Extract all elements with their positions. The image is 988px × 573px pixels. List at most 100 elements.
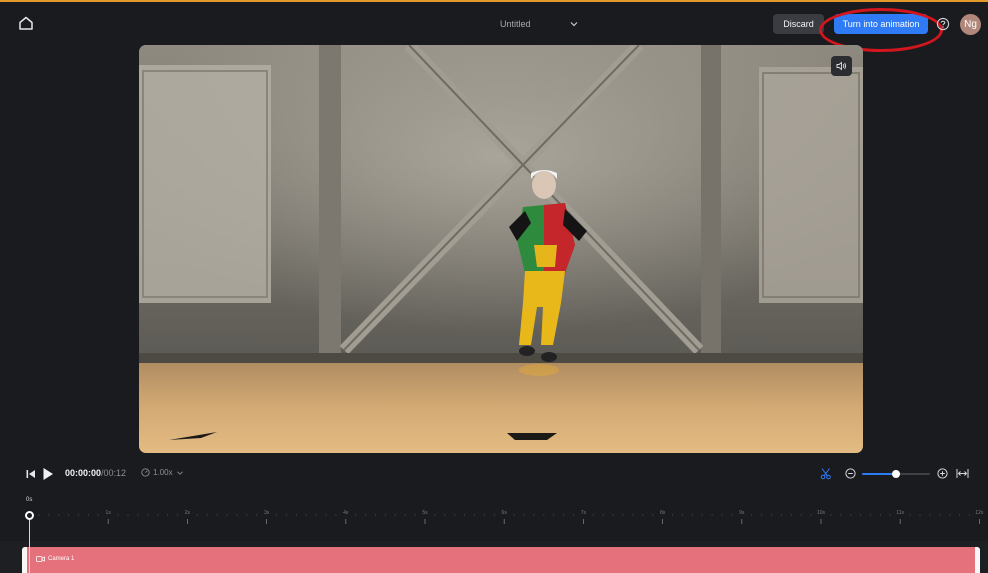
user-avatar[interactable]: Ng — [960, 14, 981, 35]
ruler-minor-dot — [800, 514, 802, 516]
ruler-minor-dot — [355, 514, 357, 516]
ruler-second-label: 7s — [580, 510, 587, 516]
ruler-minor-dot — [117, 514, 119, 516]
ruler-minor-dot — [523, 514, 525, 516]
ruler-second-label: 2s — [184, 510, 191, 516]
ruler-minor-dot — [780, 514, 783, 516]
ruler-minor-dot — [850, 514, 852, 516]
ruler-minor-dot — [483, 514, 485, 516]
ruler-second-label: 3s — [263, 510, 270, 516]
fit-timeline-icon[interactable] — [956, 468, 969, 479]
ruler-minor-dot — [275, 514, 278, 516]
ruler-minor-dot — [711, 514, 713, 516]
ruler-minor-dot — [949, 514, 951, 516]
ruler-minor-dot — [632, 514, 634, 516]
ruler-minor-dot — [256, 514, 258, 516]
ruler-minor-dot — [602, 514, 604, 516]
help-circle-icon[interactable] — [936, 17, 950, 31]
ruler-minor-dot — [246, 514, 248, 516]
ruler-second-label: 11s — [896, 510, 905, 516]
ruler-minor-dot — [473, 514, 476, 516]
ruler-minor-dot — [48, 514, 50, 516]
ruler-minor-dot — [196, 514, 198, 516]
scissors-icon[interactable] — [820, 467, 832, 480]
ruler-minor-dot — [464, 514, 466, 516]
ruler-minor-dot — [790, 514, 792, 516]
ruler-minor-dot — [414, 514, 416, 516]
ruler-minor-dot — [444, 514, 446, 516]
ruler-minor-dot — [127, 514, 129, 516]
ruler-minor-dot — [533, 514, 535, 516]
ruler-minor-dot — [434, 514, 436, 516]
current-time: 00:00:00 — [65, 468, 102, 478]
ruler-minor-dot — [919, 514, 921, 516]
ruler-second-label: 1s — [105, 510, 111, 516]
ruler-minor-dot — [58, 514, 60, 516]
ruler-minor-dot — [770, 514, 773, 516]
ruler-minor-dot — [592, 514, 594, 516]
play-icon[interactable] — [42, 467, 54, 481]
ruler-minor-dot — [305, 514, 307, 516]
ruler-minor-dot — [236, 514, 238, 516]
playback-controls: 00:00:00/00:12 1.00x — [0, 462, 988, 486]
discard-button[interactable]: Discard — [773, 14, 824, 34]
ruler-minor-dot — [553, 514, 555, 516]
chevron-down-icon — [570, 22, 577, 27]
ruler-minor-dot — [731, 514, 733, 516]
timeline-clip[interactable]: Camera 1 — [22, 547, 980, 573]
home-icon[interactable] — [16, 13, 36, 33]
clip-name: Camera 1 — [48, 556, 75, 562]
ruler-minor-dot — [761, 514, 763, 516]
ruler-ticks — [38, 514, 980, 524]
ruler-minor-dot — [691, 514, 693, 516]
ruler-minor-dot — [404, 514, 406, 516]
ruler-minor-dot — [454, 514, 456, 516]
ruler-minor-dot — [652, 514, 654, 516]
clip-trim-handle-left[interactable] — [22, 547, 27, 573]
ruler-minor-dot — [612, 514, 614, 516]
ruler-minor-dot — [365, 514, 367, 516]
ruler-minor-dot — [889, 514, 891, 516]
ruler-minor-dot — [751, 514, 753, 516]
ruler-minor-dot — [315, 514, 317, 516]
zoom-in-icon[interactable] — [937, 468, 948, 479]
document-title-menu[interactable]: Untitled — [500, 14, 579, 34]
clip-trim-handle-right[interactable] — [975, 547, 980, 573]
skip-to-start-icon[interactable] — [25, 468, 37, 480]
video-preview[interactable] — [139, 45, 863, 453]
turn-into-animation-button[interactable]: Turn into animation — [834, 14, 928, 34]
clip-label: Camera 1 — [36, 556, 74, 562]
playback-speed-menu[interactable]: 1.00x — [141, 468, 184, 477]
ruler-minor-dot — [87, 514, 89, 516]
ruler-minor-dot — [959, 514, 961, 516]
volume-button[interactable] — [831, 56, 852, 76]
video-frame-dancer — [139, 45, 863, 453]
speedometer-icon — [141, 468, 150, 477]
ruler-minor-dot — [968, 514, 971, 516]
ruler-second-label: 5s — [422, 510, 428, 516]
timeline-zoom-slider[interactable] — [862, 468, 930, 480]
ruler-minor-dot — [513, 514, 515, 516]
ruler-minor-dot — [879, 514, 882, 516]
playhead-handle[interactable] — [25, 511, 34, 520]
ruler-minor-dot — [325, 514, 327, 516]
ruler-second-label: 6s — [501, 510, 507, 516]
ruler-minor-dot — [216, 514, 218, 516]
ruler-minor-dot — [840, 514, 842, 516]
ruler-minor-dot — [909, 514, 911, 516]
zoom-out-icon[interactable] — [845, 468, 856, 479]
timeline-ruler[interactable]: 0s 1s 2s 3s 4s 5s 6s 7s 8s 9s 10s 11s 12s — [0, 494, 988, 534]
ruler-minor-dot — [147, 514, 149, 516]
ruler-minor-dot — [642, 514, 644, 516]
ruler-minor-dot — [939, 514, 941, 516]
ruler-minor-dot — [721, 514, 723, 516]
ruler-minor-dot — [622, 514, 624, 516]
ruler-second-label: 8s — [659, 510, 666, 516]
ruler-minor-dot — [295, 514, 297, 516]
ruler-minor-dot — [701, 514, 703, 516]
document-title: Untitled — [500, 19, 531, 29]
ruler-second-label: 12s — [975, 510, 984, 516]
zoom-thumb[interactable] — [892, 470, 900, 478]
ruler-minor-dot — [572, 514, 575, 516]
ruler-minor-dot — [137, 514, 139, 516]
